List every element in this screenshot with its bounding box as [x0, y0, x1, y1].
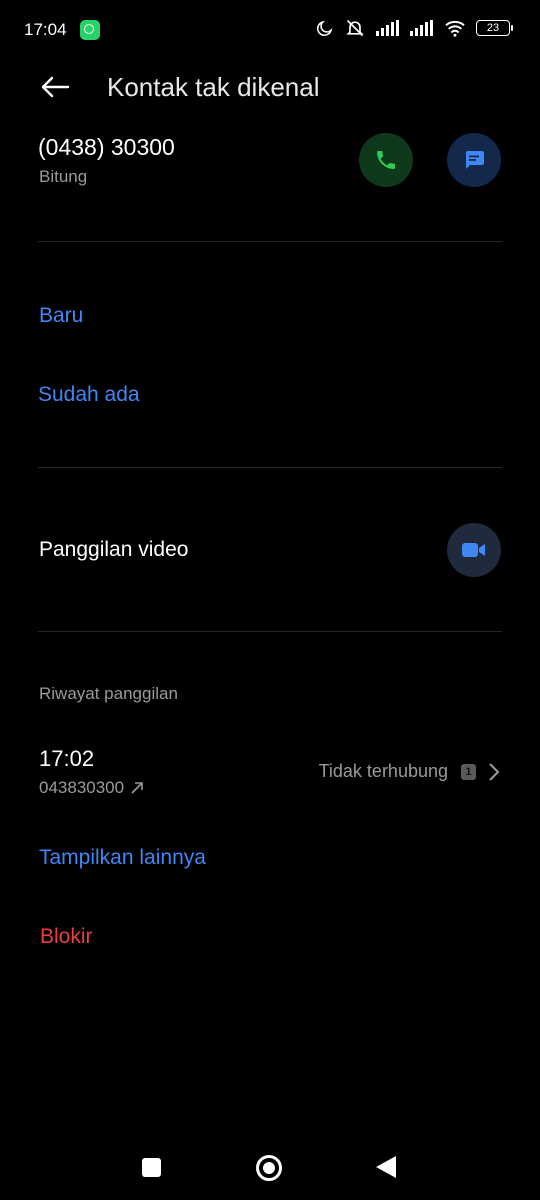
mute-bell-icon: [346, 19, 364, 37]
page-title: Kontak tak dikenal: [107, 72, 320, 102]
divider: [38, 467, 502, 468]
new-contact-link[interactable]: Baru: [39, 304, 83, 328]
call-history-heading: Riwayat panggilan: [39, 684, 178, 703]
phone-location: Bitung: [39, 167, 88, 186]
message-icon: [466, 151, 484, 169]
call-button[interactable]: [359, 133, 413, 187]
divider: [38, 631, 502, 632]
video-camera-icon: [462, 543, 485, 557]
back-button[interactable]: [38, 70, 72, 104]
recents-nav-button[interactable]: [142, 1158, 161, 1177]
call-entry-time[interactable]: 17:02: [39, 746, 94, 772]
existing-contact-link[interactable]: Sudah ada: [38, 383, 140, 407]
call-entry-number-text: 043830300: [39, 778, 125, 797]
block-button[interactable]: Blokir: [40, 925, 93, 949]
show-more-link[interactable]: Tampilkan lainnya: [39, 846, 206, 870]
chevron-right-icon[interactable]: [487, 762, 501, 787]
phone-number: (0438) 30300: [38, 134, 175, 160]
video-call-label: Panggilan video: [39, 538, 189, 561]
signal-1-icon: [376, 20, 399, 36]
battery-icon: 23: [476, 20, 513, 36]
phone-icon: [377, 151, 395, 169]
moon-icon: [317, 20, 333, 36]
outgoing-call-arrow-icon: [131, 782, 143, 794]
wifi-icon: [445, 20, 465, 37]
whatsapp-notification-icon: [80, 20, 100, 40]
divider: [38, 241, 502, 242]
video-call-button[interactable]: [447, 523, 501, 577]
signal-2-icon: [410, 20, 433, 36]
status-time: 17:04: [24, 20, 67, 39]
home-nav-button[interactable]: [256, 1155, 282, 1181]
sim-badge: 1: [461, 764, 476, 780]
status-icons: 23: [316, 18, 513, 38]
call-entry-number: 043830300: [39, 778, 144, 798]
call-entry-status: Tidak terhubung: [318, 761, 448, 781]
message-button[interactable]: [447, 133, 501, 187]
back-nav-button[interactable]: [376, 1156, 396, 1178]
arrow-left-icon: [41, 76, 70, 98]
